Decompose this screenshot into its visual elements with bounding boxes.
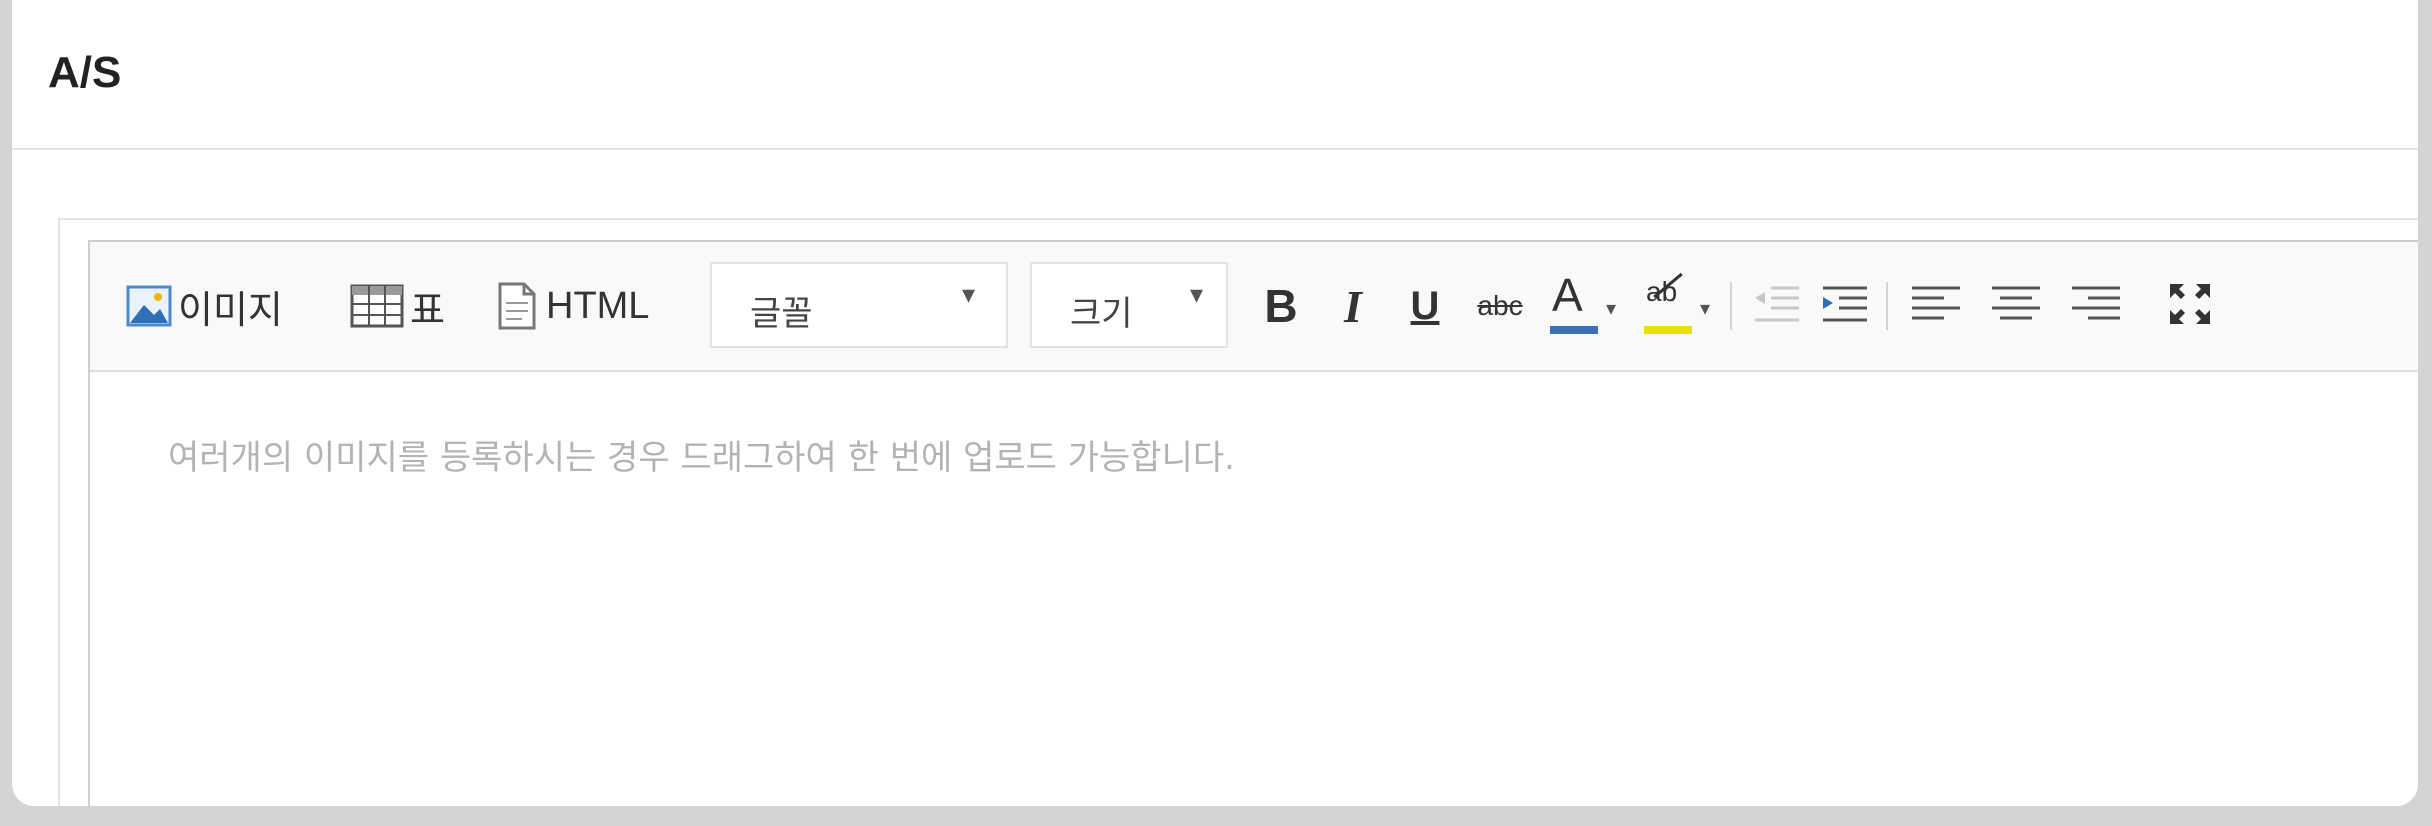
strikethrough-button[interactable]: abc bbox=[1468, 276, 1532, 336]
html-mode-button[interactable]: HTML bbox=[494, 276, 649, 336]
image-icon bbox=[126, 283, 172, 329]
table-icon bbox=[350, 284, 404, 328]
html-mode-label: HTML bbox=[546, 284, 650, 327]
chevron-down-icon: ▾ bbox=[962, 280, 976, 310]
italic-button[interactable]: I bbox=[1328, 276, 1378, 336]
as-panel: A/S 이미지 표 HTML 글꼴 ▾ 크기 ▾ B I U abc A ▾ ▾… bbox=[12, 0, 2418, 806]
align-center-button[interactable] bbox=[1986, 278, 2046, 334]
outdent-icon bbox=[1753, 282, 1801, 330]
insert-image-button[interactable]: 이미지 bbox=[126, 276, 283, 336]
indent-button[interactable] bbox=[1818, 278, 1872, 334]
toolbar-divider bbox=[1886, 282, 1888, 330]
font-color-button[interactable]: A ▾ bbox=[1548, 266, 1628, 346]
fullscreen-icon bbox=[2168, 282, 2212, 330]
editor-placeholder: 여러개의 이미지를 등록하시는 경우 드래그하여 한 번에 업로드 가능합니다. bbox=[168, 438, 1235, 478]
font-family-select[interactable]: 글꼴 ▾ bbox=[710, 262, 1008, 348]
editor-toolbar: 이미지 표 HTML 글꼴 ▾ 크기 ▾ B I U abc A ▾ ▾ bbox=[90, 242, 2418, 372]
align-left-button[interactable] bbox=[1906, 278, 1966, 334]
align-right-button[interactable] bbox=[2066, 278, 2126, 334]
insert-table-button[interactable]: 표 bbox=[350, 276, 445, 336]
panel-header: A/S bbox=[12, 0, 2418, 150]
toolbar-divider bbox=[1730, 282, 1732, 330]
align-right-icon bbox=[2070, 282, 2122, 330]
underline-button[interactable]: U bbox=[1400, 276, 1450, 336]
highlight-color-swatch bbox=[1644, 326, 1692, 334]
rich-text-editor: 이미지 표 HTML 글꼴 ▾ 크기 ▾ B I U abc A ▾ ▾ 여러개… bbox=[88, 240, 2418, 806]
align-left-icon bbox=[1910, 282, 1962, 330]
font-size-select[interactable]: 크기 ▾ bbox=[1030, 262, 1228, 348]
html-document-icon bbox=[494, 281, 540, 331]
font-color-letter: A bbox=[1552, 269, 1583, 321]
chevron-down-icon: ▾ bbox=[1700, 296, 1711, 320]
bold-button[interactable]: B bbox=[1256, 276, 1306, 336]
fullscreen-button[interactable] bbox=[2160, 278, 2220, 334]
editor-content-area[interactable]: 여러개의 이미지를 등록하시는 경우 드래그하여 한 번에 업로드 가능합니다. bbox=[90, 372, 2418, 806]
align-center-icon bbox=[1990, 282, 2042, 330]
indent-icon bbox=[1821, 282, 1869, 330]
chevron-down-icon: ▾ bbox=[1606, 296, 1617, 320]
font-family-value: 글꼴 bbox=[750, 294, 813, 334]
font-color-swatch bbox=[1550, 326, 1598, 334]
page-title: A/S bbox=[48, 48, 122, 97]
font-size-value: 크기 bbox=[1070, 294, 1133, 334]
outdent-button[interactable] bbox=[1750, 278, 1804, 334]
highlight-color-button[interactable]: ab ▾ bbox=[1642, 266, 1722, 346]
insert-table-label: 표 bbox=[410, 289, 445, 332]
insert-image-label: 이미지 bbox=[178, 289, 283, 332]
chevron-down-icon: ▾ bbox=[1190, 280, 1204, 310]
